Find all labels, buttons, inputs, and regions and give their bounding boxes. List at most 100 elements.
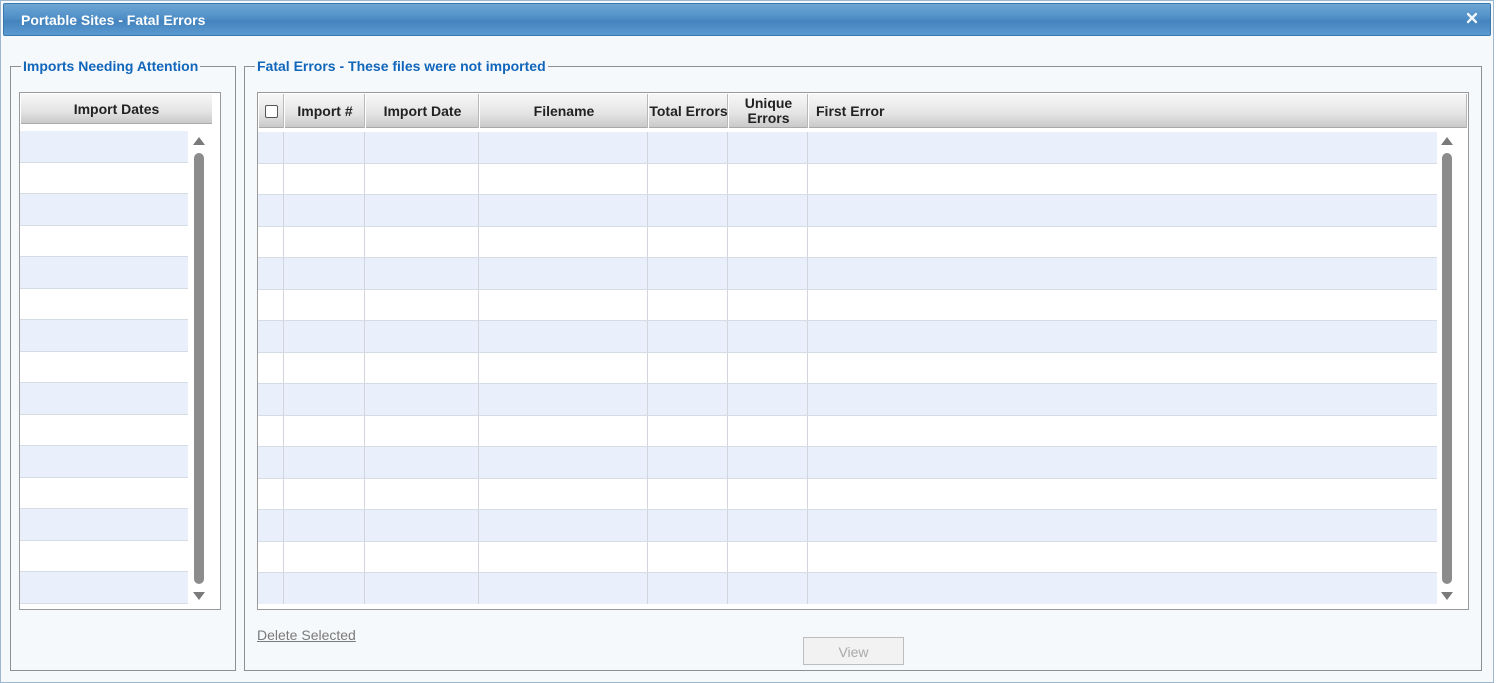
list-item[interactable] xyxy=(20,257,188,289)
table-row[interactable] xyxy=(258,321,1437,353)
table-cell xyxy=(258,415,284,446)
table-cell xyxy=(728,195,808,226)
table-cell xyxy=(284,510,365,541)
column-header-import-date[interactable]: Import Date xyxy=(366,94,480,128)
table-cell xyxy=(284,573,365,604)
table-row[interactable] xyxy=(258,384,1437,416)
table-cell xyxy=(284,163,365,194)
table-row[interactable] xyxy=(258,447,1437,479)
table-cell xyxy=(648,510,728,541)
table-cell xyxy=(728,289,808,320)
list-item[interactable] xyxy=(20,351,188,383)
table-cell xyxy=(728,132,808,163)
import-dates-rows xyxy=(20,131,188,604)
table-cell xyxy=(648,195,728,226)
table-cell xyxy=(365,132,479,163)
close-icon[interactable] xyxy=(1466,12,1482,28)
table-cell xyxy=(648,447,728,478)
table-cell xyxy=(728,510,808,541)
list-item[interactable] xyxy=(20,477,188,509)
list-item[interactable] xyxy=(20,225,188,257)
fatal-errors-dialog: Portable Sites - Fatal Errors Imports Ne… xyxy=(0,0,1494,683)
table-cell xyxy=(284,258,365,289)
list-item[interactable] xyxy=(20,194,188,226)
table-row[interactable] xyxy=(258,132,1437,164)
scroll-thumb[interactable] xyxy=(194,153,204,584)
list-item[interactable] xyxy=(20,320,188,352)
list-item[interactable] xyxy=(20,414,188,446)
column-header-import-num[interactable]: Import # xyxy=(285,94,366,128)
table-cell xyxy=(365,478,479,509)
list-item[interactable] xyxy=(20,540,188,572)
column-header-filename[interactable]: Filename xyxy=(480,94,649,128)
table-row[interactable] xyxy=(258,478,1437,510)
table-cell xyxy=(284,289,365,320)
column-header-unique-errors[interactable]: Unique Errors xyxy=(729,94,809,128)
table-row[interactable] xyxy=(258,226,1437,258)
column-header-total-errors[interactable]: Total Errors xyxy=(649,94,729,128)
table-cell xyxy=(479,415,648,446)
table-row[interactable] xyxy=(258,510,1437,542)
table-cell xyxy=(479,384,648,415)
table-cell xyxy=(258,541,284,572)
table-cell xyxy=(808,258,1437,289)
table-cell xyxy=(479,226,648,257)
table-cell xyxy=(365,321,479,352)
table-cell xyxy=(479,289,648,320)
table-cell xyxy=(648,415,728,446)
table-row[interactable] xyxy=(258,415,1437,447)
table-cell xyxy=(365,195,479,226)
list-item[interactable] xyxy=(20,288,188,320)
table-row[interactable] xyxy=(258,258,1437,290)
scroll-down-arrow-icon[interactable] xyxy=(1441,592,1453,600)
table-cell xyxy=(808,447,1437,478)
table-row[interactable] xyxy=(258,195,1437,227)
table-cell xyxy=(258,132,284,163)
table-cell xyxy=(365,573,479,604)
table-cell xyxy=(365,258,479,289)
table-row[interactable] xyxy=(258,352,1437,384)
list-item[interactable] xyxy=(20,446,188,478)
table-cell xyxy=(284,415,365,446)
select-all-checkbox[interactable] xyxy=(265,104,278,118)
table-cell xyxy=(258,352,284,383)
table-cell xyxy=(365,541,479,572)
table-row[interactable] xyxy=(258,289,1437,321)
fatal-errors-scrollbar[interactable] xyxy=(1440,137,1454,600)
column-header-select[interactable] xyxy=(259,94,285,128)
imports-needing-attention-legend: Imports Needing Attention xyxy=(23,58,199,74)
fatal-errors-legend: Fatal Errors - These files were not impo… xyxy=(257,58,546,74)
table-cell xyxy=(479,321,648,352)
view-button[interactable]: View xyxy=(803,637,904,665)
column-header-import-dates[interactable]: Import Dates xyxy=(21,94,212,124)
table-row[interactable] xyxy=(258,541,1437,573)
scroll-up-arrow-icon[interactable] xyxy=(193,137,205,145)
table-cell xyxy=(258,573,284,604)
table-row[interactable] xyxy=(258,163,1437,195)
scroll-down-arrow-icon[interactable] xyxy=(193,592,205,600)
column-header-first-error[interactable]: First Error xyxy=(809,94,1468,128)
table-cell xyxy=(728,321,808,352)
table-cell xyxy=(258,258,284,289)
scroll-thumb[interactable] xyxy=(1442,153,1452,584)
list-item[interactable] xyxy=(20,509,188,541)
list-item[interactable] xyxy=(20,572,188,604)
delete-selected-link[interactable]: Delete Selected xyxy=(257,627,356,643)
table-cell xyxy=(728,258,808,289)
table-cell xyxy=(284,384,365,415)
table-cell xyxy=(479,195,648,226)
scroll-up-arrow-icon[interactable] xyxy=(1441,137,1453,145)
table-cell xyxy=(808,164,1437,195)
table-cell xyxy=(648,258,728,289)
import-dates-scrollbar[interactable] xyxy=(192,137,206,600)
fatal-errors-grid: Import # Import Date Filename Total Errors U… xyxy=(257,92,1469,610)
list-item[interactable] xyxy=(20,162,188,194)
list-item[interactable] xyxy=(20,383,188,415)
dialog-titlebar[interactable]: Portable Sites - Fatal Errors xyxy=(3,3,1491,36)
list-item[interactable] xyxy=(20,131,188,163)
table-cell xyxy=(808,132,1437,163)
table-row[interactable] xyxy=(258,573,1437,604)
table-cell xyxy=(365,415,479,446)
table-cell xyxy=(728,226,808,257)
table-cell xyxy=(648,352,728,383)
